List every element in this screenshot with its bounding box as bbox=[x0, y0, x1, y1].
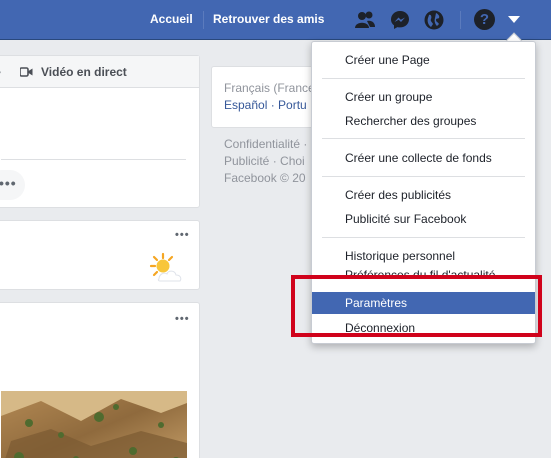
menu-item-activity-log[interactable]: Historique personnel bbox=[312, 245, 535, 267]
messenger-icon[interactable] bbox=[389, 9, 411, 31]
current-language: Français (France) bbox=[224, 81, 319, 95]
menu-item-create-fundraiser[interactable]: Créer une collecte de fonds bbox=[312, 147, 535, 169]
account-menu-caret-icon[interactable] bbox=[508, 16, 520, 23]
friend-requests-icon[interactable] bbox=[354, 9, 376, 31]
video-camera-icon bbox=[20, 67, 33, 77]
language-links[interactable]: Español · Portu bbox=[224, 98, 307, 112]
post-composer-card: ◦ Vidéo en direct ••• bbox=[0, 55, 200, 208]
menu-separator bbox=[322, 176, 525, 177]
home-link[interactable]: Accueil bbox=[150, 12, 193, 26]
footer-links-line2[interactable]: Publicité · Choi bbox=[224, 154, 305, 168]
top-navigation-bar: Accueil Retrouver des amis ? bbox=[0, 0, 551, 40]
sun-behind-cloud-icon bbox=[149, 252, 182, 282]
post-photo[interactable] bbox=[1, 391, 187, 458]
menu-item-create-group[interactable]: Créer un groupe bbox=[312, 86, 535, 108]
more-options-button[interactable]: ••• bbox=[0, 170, 25, 200]
footer-links-line1[interactable]: Confidentialité · bbox=[224, 137, 307, 151]
composer-tabs: ◦ Vidéo en direct bbox=[0, 56, 199, 88]
menu-separator bbox=[322, 237, 525, 238]
menu-item-advertising-on-facebook[interactable]: Publicité sur Facebook bbox=[312, 208, 535, 230]
copyright-text: Facebook © 20 bbox=[224, 171, 306, 185]
composer-divider bbox=[1, 159, 186, 160]
live-video-tab[interactable]: Vidéo en direct bbox=[41, 65, 127, 79]
find-friends-link[interactable]: Retrouver des amis bbox=[213, 12, 324, 26]
menu-separator bbox=[322, 78, 525, 79]
nav-separator bbox=[460, 11, 461, 29]
menu-item-create-ads[interactable]: Créer des publicités bbox=[312, 184, 535, 206]
menu-item-create-page[interactable]: Créer une Page bbox=[312, 49, 535, 71]
post-options-icon[interactable]: ••• bbox=[175, 313, 190, 325]
notifications-globe-icon[interactable] bbox=[423, 9, 445, 31]
menu-separator bbox=[322, 138, 525, 139]
settings-highlight-box bbox=[291, 275, 542, 337]
more-dots-icon: ••• bbox=[0, 175, 17, 191]
post-card: ••• bbox=[0, 220, 200, 290]
composer-tab-edge: ◦ bbox=[0, 65, 1, 79]
nav-separator bbox=[203, 11, 204, 29]
menu-item-find-groups[interactable]: Rechercher des groupes bbox=[312, 110, 535, 132]
photo-post-card: ••• bbox=[0, 302, 200, 458]
post-options-icon[interactable]: ••• bbox=[175, 229, 190, 241]
help-icon[interactable]: ? bbox=[474, 9, 495, 30]
